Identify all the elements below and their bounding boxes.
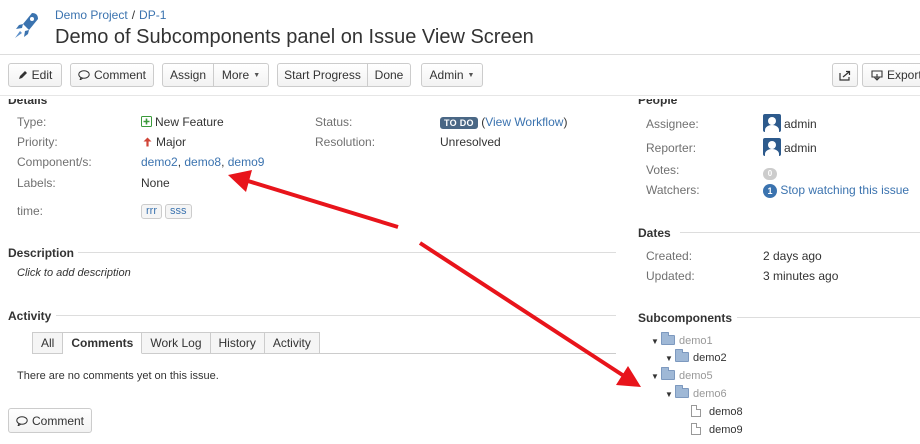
- annotation-arrow-to-subcomponents: [418, 241, 641, 387]
- annotation-arrows: [228, 170, 641, 387]
- annotation-arrow-to-components: [228, 170, 399, 229]
